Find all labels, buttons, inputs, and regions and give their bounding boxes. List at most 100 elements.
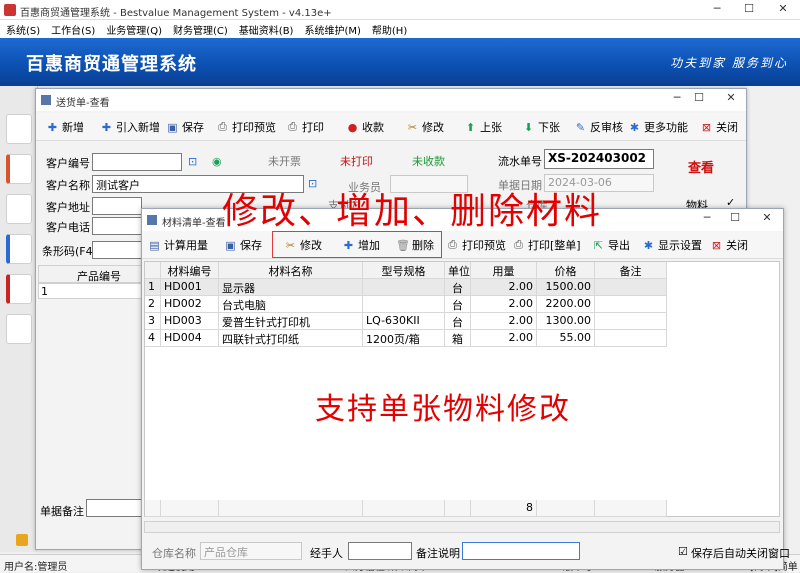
close-window-button[interactable]: ⊠ 关闭 <box>700 119 738 135</box>
save-button[interactable]: ▣ 保存 <box>166 119 204 135</box>
notes-icon[interactable] <box>16 534 28 546</box>
menu-help[interactable]: 帮助(H) <box>366 20 412 37</box>
customer-code-label: 客户编号 <box>46 157 90 170</box>
customer-name-label: 客户名称 <box>46 179 90 192</box>
refresh-icon[interactable]: ◉ <box>212 155 222 168</box>
minimize-icon[interactable]: ─ <box>666 91 688 104</box>
material-window-title: 材料清单-查看 <box>162 218 226 229</box>
calc-usage-button[interactable]: ▤ 计算用量 <box>148 237 208 253</box>
column-header[interactable]: 价格 <box>537 262 595 279</box>
unapprove-icon: ✎ <box>575 120 586 134</box>
left-tool-button[interactable] <box>6 274 32 304</box>
bill-remark-field[interactable] <box>86 499 144 517</box>
column-header[interactable]: 单位 <box>445 262 471 279</box>
printer-icon: ⎙ <box>288 120 297 133</box>
close-window-button[interactable]: ⊠ 关闭 <box>710 237 748 253</box>
left-tool-button[interactable] <box>6 154 32 184</box>
customer-address-field[interactable] <box>92 197 142 215</box>
maximize-icon[interactable]: ☐ <box>688 91 710 104</box>
print-whole-button[interactable]: ⎙ 打印[整单] <box>512 237 581 253</box>
left-tool-button[interactable] <box>6 314 32 344</box>
column-header[interactable]: 型号规格 <box>363 262 445 279</box>
unapprove-button[interactable]: ✎ 反审核 <box>574 119 623 135</box>
barcode-label: 条形码(F4) <box>42 245 97 258</box>
remark-field[interactable] <box>462 542 580 560</box>
left-tool-button[interactable] <box>6 114 32 144</box>
maximize-icon[interactable]: ☐ <box>738 2 760 15</box>
more-button[interactable]: ✱ 更多功能 <box>628 119 688 135</box>
plus-icon: ✚ <box>101 120 112 134</box>
menu-maintenance[interactable]: 系统维护(M) <box>298 20 365 37</box>
left-tool-button[interactable] <box>6 234 32 264</box>
menu-system[interactable]: 系统(S) <box>0 20 45 37</box>
window-icon <box>147 215 157 225</box>
customer-address-label: 客户地址 <box>46 201 90 214</box>
bill-remark-label: 单据备注 <box>40 505 84 518</box>
minimize-icon[interactable]: ─ <box>696 211 718 224</box>
product-grid-row[interactable]: 1 <box>38 283 142 299</box>
edit-icon: ✂ <box>407 120 418 134</box>
serial-no-field[interactable]: XS-202403002 <box>544 149 654 169</box>
print-button[interactable]: ⎙ 打印 <box>286 119 324 135</box>
menu-workbench[interactable]: 工作台(S) <box>45 20 100 37</box>
menu-basedata[interactable]: 基础资料(B) <box>233 20 299 37</box>
close-icon[interactable]: ✕ <box>720 91 742 104</box>
save-button[interactable]: ▣ 保存 <box>224 237 262 253</box>
minimize-icon[interactable]: ─ <box>706 2 728 15</box>
customer-phone-field[interactable] <box>92 217 142 235</box>
import-add-button[interactable]: ✚ 引入新增 <box>100 119 160 135</box>
barcode-field[interactable] <box>92 241 142 259</box>
total-qty: 8 <box>471 500 537 517</box>
app-titlebar: 百惠商贸通管理系统 - Bestvalue Management System … <box>0 0 800 20</box>
print-status: 未打印 <box>340 155 373 168</box>
highlight-box <box>272 231 442 258</box>
print-preview-button[interactable]: ⎙ 打印预览 <box>446 237 506 253</box>
grid-header-row: 材料编号 材料名称 型号规格 单位 用量 价格 备注 <box>145 262 667 279</box>
remark-label: 备注说明 <box>416 547 460 560</box>
table-row[interactable]: 2 HD002 台式电脑 台 2.00 2200.00 <box>145 296 667 313</box>
delivery-toolbar: ✚ 新增 ✚ 引入新增 ▣ 保存 ⎙ 打印预览 ⎙ 打印 ● 收款 ✂ 修改 ⬆ 上张 ⬇ 下张 … <box>36 113 746 141</box>
prev-button[interactable]: ⬆ 上张 <box>464 119 502 135</box>
customer-code-field[interactable] <box>92 153 182 171</box>
customer-phone-label: 客户电话 <box>46 221 90 234</box>
table-row[interactable]: 4 HD004 四联针式打印纸 1200页/箱 箱 2.00 55.00 <box>145 330 667 347</box>
table-row[interactable]: 1 HD001 显示器 台 2.00 1500.00 <box>145 279 667 296</box>
search-icon[interactable]: ⊡ <box>188 155 197 168</box>
row-number-header <box>145 262 161 279</box>
column-header[interactable]: 材料编号 <box>161 262 219 279</box>
close-icon[interactable]: ✕ <box>772 2 794 15</box>
printer-icon: ⎙ <box>514 238 523 251</box>
warehouse-select[interactable]: 产品仓库 <box>200 542 302 560</box>
close-icon: ⊠ <box>711 238 722 252</box>
calculator-icon: ▤ <box>149 238 160 252</box>
gear-icon: ✱ <box>643 238 654 252</box>
display-settings-button[interactable]: ✱ 显示设置 <box>642 237 702 253</box>
table-row[interactable]: 3 HD003 爱普生针式打印机 LQ-630KII 台 2.00 1300.0… <box>145 313 667 330</box>
window-icon <box>41 95 51 105</box>
close-icon[interactable]: ✕ <box>756 211 778 224</box>
menu-business[interactable]: 业务管理(Q) <box>100 20 167 37</box>
column-header[interactable]: 材料名称 <box>219 262 363 279</box>
money-icon: ● <box>347 120 358 134</box>
app-icon <box>4 4 16 16</box>
collect-button[interactable]: ● 收款 <box>346 119 384 135</box>
export-button[interactable]: ⇱ 导出 <box>592 237 630 253</box>
handler-select[interactable] <box>348 542 412 560</box>
column-header[interactable]: 备注 <box>595 262 667 279</box>
maximize-icon[interactable]: ☐ <box>724 211 746 224</box>
column-header[interactable]: 用量 <box>471 262 537 279</box>
horizontal-scrollbar[interactable] <box>144 521 780 533</box>
add-button[interactable]: ✚ 新增 <box>46 119 84 135</box>
material-toolbar: ▤ 计算用量 ▣ 保存 ✂ 修改 ✚ 增加 🗑 删除 ⎙ 打印预览 ⎙ 打印[整单] ⇱ 导出 … <box>142 231 783 259</box>
delivery-window-titlebar: 送货单-查看 ─ ☐ ✕ <box>36 89 746 111</box>
next-button[interactable]: ⬇ 下张 <box>522 119 560 135</box>
auto-close-checkbox[interactable]: ☑ <box>678 545 688 558</box>
delivery-window-title: 送货单-查看 <box>56 98 110 109</box>
left-tool-button[interactable] <box>6 194 32 224</box>
modify-button[interactable]: ✂ 修改 <box>406 119 444 135</box>
print-preview-button[interactable]: ⎙ 打印预览 <box>216 119 276 135</box>
grid-summary-row: 8 <box>145 500 667 517</box>
menu-finance[interactable]: 财务管理(C) <box>167 20 233 37</box>
menu-bar: 系统(S) 工作台(S) 业务管理(Q) 财务管理(C) 基础资料(B) 系统维护(M) 帮… <box>0 20 800 38</box>
save-icon: ▣ <box>167 120 178 134</box>
